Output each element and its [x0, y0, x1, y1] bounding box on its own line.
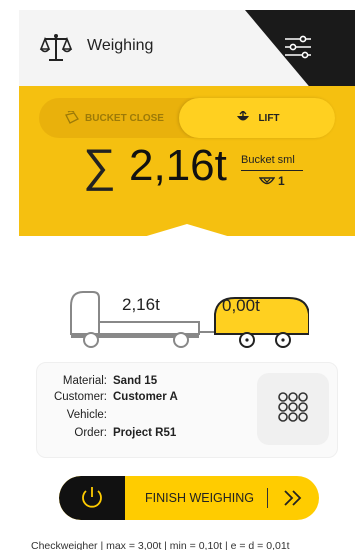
scale-icon — [39, 34, 73, 61]
bucket-close-label: BUCKET CLOSE — [85, 112, 164, 124]
bar-divider — [267, 488, 268, 508]
bucket-icon — [259, 177, 275, 185]
bucket-count: 1 — [259, 174, 285, 188]
truck-weight: 2,16t — [122, 295, 160, 314]
bucket-count-value: 1 — [278, 174, 285, 188]
truck-graphic — [70, 291, 309, 348]
page-title: Weighing — [87, 37, 154, 54]
customer-label: Customer: — [53, 391, 107, 403]
summary-panel: BUCKET CLOSE LIFT ∑ 2,16t Bucket sml 1 — [19, 86, 355, 236]
customer-value: Customer A — [113, 391, 178, 403]
bucket-close-option[interactable]: BUCKET CLOSE — [39, 98, 189, 138]
mode-toggle: BUCKET CLOSE LIFT — [39, 98, 335, 138]
keypad-button[interactable] — [257, 373, 329, 445]
bucket-divider — [241, 170, 303, 171]
order-label: Order: — [74, 427, 107, 439]
double-chevron-right-icon[interactable] — [275, 484, 311, 512]
power-button[interactable] — [59, 476, 125, 520]
sliders-icon[interactable] — [281, 30, 315, 64]
weighing-screen: Weighing BUCKET CLOSE LIFT ∑ 2,16t Bucke… — [19, 10, 355, 550]
sum-symbol: ∑ — [83, 138, 116, 192]
material-label: Material: — [62, 375, 107, 387]
total-weight: 2,16t — [129, 141, 227, 190]
power-icon — [82, 487, 102, 508]
bucket-label: Bucket sml — [241, 154, 295, 166]
footer-status: Checkweigher | max = 3,00t | min = 0,10t… — [31, 540, 290, 550]
info-card: Material: Sand 15 Customer: Customer A V… — [36, 362, 338, 458]
keypad-icon — [278, 392, 308, 422]
lift-option[interactable]: LIFT — [179, 98, 335, 138]
material-value: Sand 15 — [113, 375, 158, 387]
bucket-close-icon — [65, 111, 79, 124]
lift-label: LIFT — [258, 112, 280, 124]
order-value: Project R51 — [113, 427, 177, 439]
trailer-weight: 0,00t — [222, 296, 260, 315]
app-frame: Weighing BUCKET CLOSE LIFT ∑ 2,16t Bucke… — [0, 0, 355, 550]
lift-icon — [237, 111, 250, 121]
vehicle-label: Vehicle: — [66, 409, 107, 421]
finish-weighing-button[interactable]: FINISH WEIGHING — [145, 491, 254, 505]
header: Weighing — [19, 10, 355, 86]
finish-weighing-bar: FINISH WEIGHING — [59, 476, 319, 520]
